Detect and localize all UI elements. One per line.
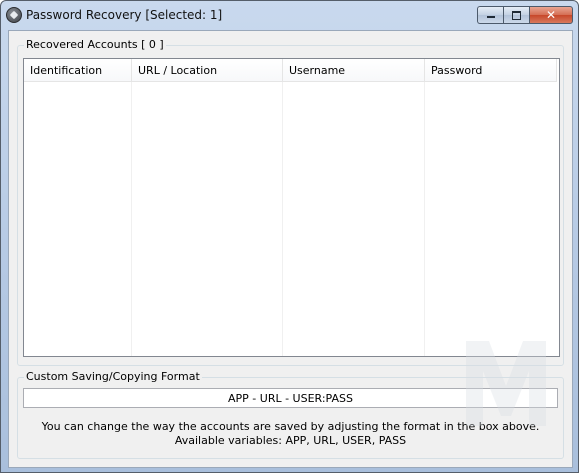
format-input[interactable] xyxy=(23,388,558,408)
column-divider xyxy=(132,82,283,356)
list-header: Identification URL / Location Username P… xyxy=(24,59,559,82)
column-url-location[interactable]: URL / Location xyxy=(132,59,283,82)
close-icon: ✕ xyxy=(545,8,557,22)
format-hint-text: You can change the way the accounts are … xyxy=(41,420,540,433)
client-area: Recovered Accounts [ 0 ] Identification … xyxy=(8,30,573,468)
accounts-list[interactable]: Identification URL / Location Username P… xyxy=(23,58,560,357)
column-identification[interactable]: Identification xyxy=(24,59,132,82)
column-username[interactable]: Username xyxy=(283,59,425,82)
recovered-accounts-label: Recovered Accounts [ 0 ] xyxy=(24,38,166,51)
close-button[interactable]: ✕ xyxy=(529,6,573,24)
format-group-label: Custom Saving/Copying Format xyxy=(24,370,202,383)
app-icon[interactable] xyxy=(6,7,22,23)
password-recovery-window: Password Recovery [Selected: 1] ✕ Recove… xyxy=(0,0,579,473)
column-divider xyxy=(425,82,557,356)
column-password[interactable]: Password xyxy=(425,59,557,82)
title-bar[interactable]: Password Recovery [Selected: 1] ✕ xyxy=(1,1,578,30)
column-divider xyxy=(24,82,132,356)
window-title: Password Recovery [Selected: 1] xyxy=(26,8,223,22)
list-body xyxy=(24,82,559,356)
maximize-button[interactable] xyxy=(503,6,529,24)
maximize-icon xyxy=(512,11,521,20)
format-variables-text: Available variables: APP, URL, USER, PAS… xyxy=(174,434,407,447)
minimize-button[interactable] xyxy=(477,6,503,24)
column-divider xyxy=(283,82,425,356)
minimize-icon xyxy=(487,16,495,18)
caption-buttons: ✕ xyxy=(477,6,573,24)
